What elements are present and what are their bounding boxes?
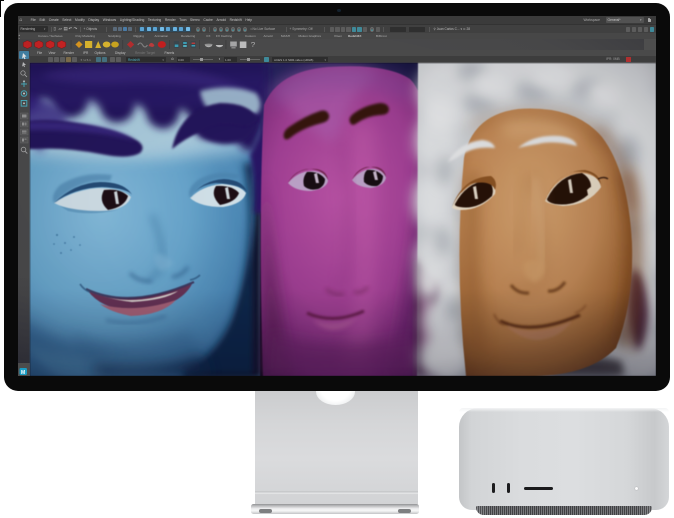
svg-text:M: M	[21, 369, 25, 375]
